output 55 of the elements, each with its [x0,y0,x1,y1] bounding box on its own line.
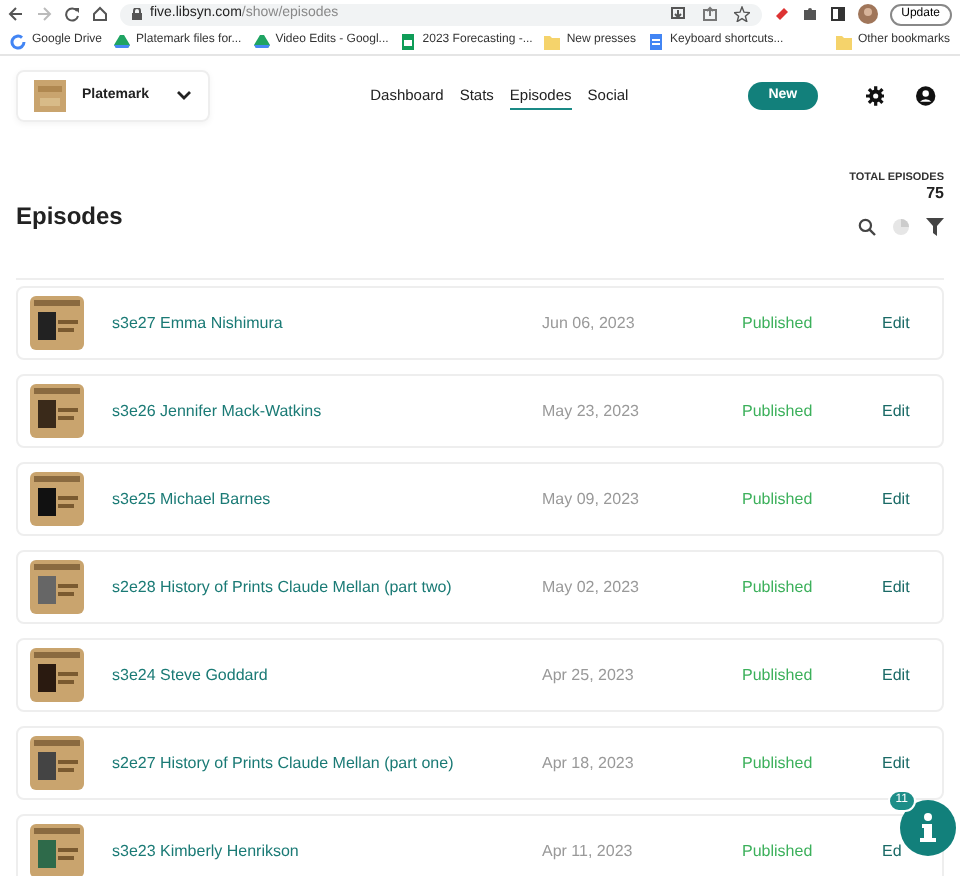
help-button[interactable] [900,800,956,856]
episode-title-link[interactable]: s3e27 Emma Nishimura [112,311,542,335]
status-text: Published [742,663,815,687]
sheet-icon [400,33,417,49]
date-text: Apr 11, 2023 [542,839,635,863]
share-icon[interactable] [701,6,718,22]
install-icon[interactable] [669,6,686,22]
star-icon[interactable] [733,6,750,22]
drive-icon [114,33,131,49]
page-title: Episodes [16,202,123,231]
status-text: Published [742,487,815,511]
episode-title-link[interactable]: s3e25 Michael Barnes [112,487,542,511]
status-text: Published [742,311,815,335]
edit-link[interactable]: Edit [882,663,910,687]
sidebar-icon[interactable] [829,6,846,22]
episode-title-link[interactable]: s3e24 Steve Goddard [112,663,542,687]
filter-icon[interactable] [926,218,944,237]
account-icon[interactable] [916,84,936,108]
google-icon [10,33,26,49]
total-count: 75 [926,186,944,203]
date-text: May 23, 2023 [542,399,641,423]
episode-title-link[interactable]: s2e28 History of Prints Claude Mellan (part two) [112,575,542,599]
status-text: Published [742,839,815,863]
episode-title-link[interactable]: s2e27 History of Prints Claude Mellan (part one) [112,751,542,775]
episode-title-link[interactable]: s3e26 Jennifer Mack-Watkins [112,399,542,423]
date-text: Apr 18, 2023 [542,751,636,775]
date-text: May 09, 2023 [542,487,641,511]
back-icon[interactable] [8,6,24,22]
lock-icon [132,8,142,20]
status-text: Published [742,399,815,423]
chevron-down-icon [176,90,193,102]
date-text: Apr 25, 2023 [542,663,636,687]
drive-icon [253,33,270,49]
edit-link[interactable]: Edit [882,311,910,335]
edit-link[interactable]: Edit [882,751,910,775]
date-text: May 02, 2023 [542,575,641,599]
search-icon[interactable] [858,218,876,237]
reload-icon[interactable] [64,6,80,22]
folder-icon [835,33,852,49]
status-text: Published [742,751,815,775]
settings-icon[interactable] [865,84,885,108]
edit-link[interactable]: Edit [882,575,910,599]
folder-icon [544,33,561,49]
extension-icon[interactable] [773,6,790,22]
edit-link[interactable]: Edit [882,487,910,511]
loading-icon [892,218,910,237]
edit-link[interactable]: Edit [882,399,910,423]
episode-title-link[interactable]: s3e23 Kimberly Henrikson [112,839,542,863]
edit-link[interactable]: Ed [882,839,902,863]
status-text: Published [742,575,815,599]
info-icon [918,812,938,844]
date-text: Jun 06, 2023 [542,311,637,335]
home-icon[interactable] [92,6,108,22]
doc-icon [648,33,665,49]
avatar-icon[interactable] [857,4,878,24]
